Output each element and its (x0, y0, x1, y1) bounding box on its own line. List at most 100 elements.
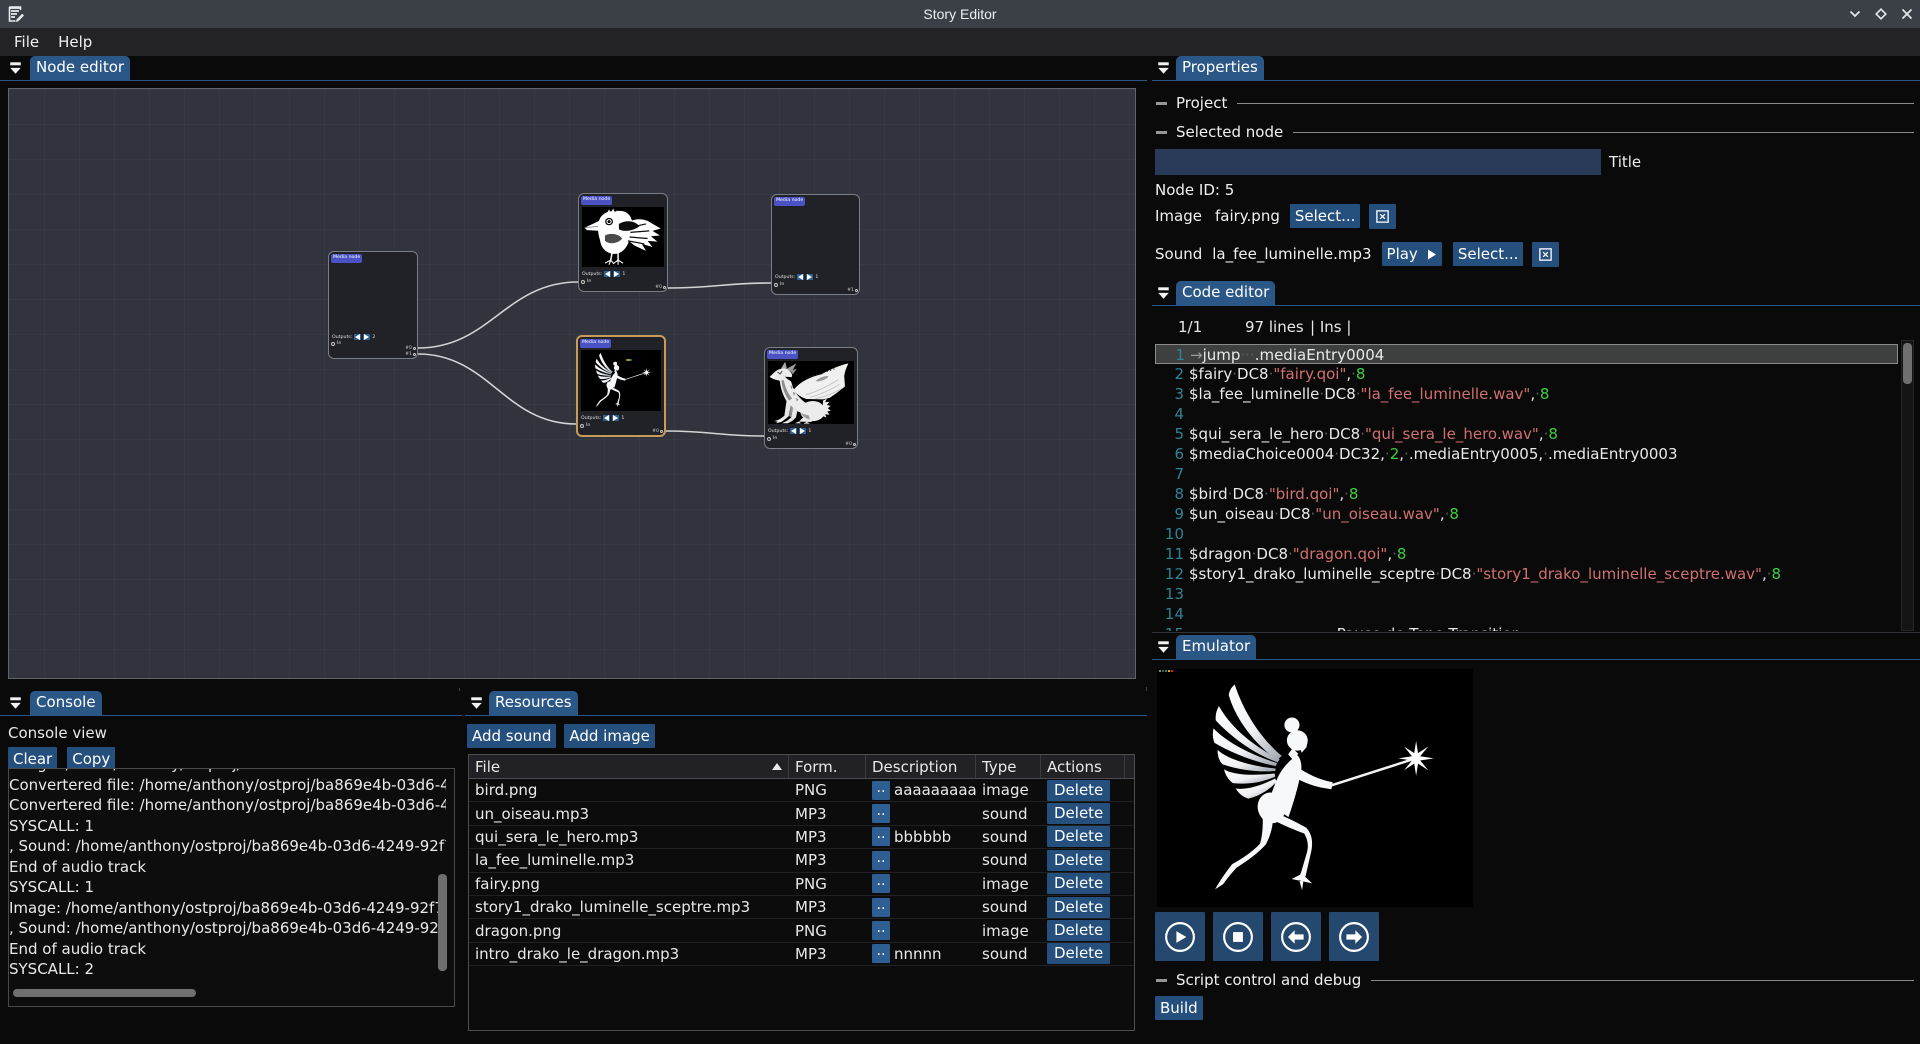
node-canvas[interactable]: Media nodeOutputs:2In#0#1 Media nodeOutpu… (8, 88, 1136, 679)
edit-description-button[interactable]: .. (872, 851, 890, 870)
graph-node[interactable]: Media nodeOutputs:2In#0#1 (328, 251, 418, 359)
node-output-pin[interactable]: #1 (405, 351, 416, 358)
column-file[interactable]: File (469, 755, 789, 778)
code-line[interactable]: 15 Pause de Tone Transition (1155, 624, 1898, 631)
sound-play-button[interactable]: Play (1382, 242, 1442, 266)
output-pin[interactable] (663, 286, 666, 289)
title-input[interactable] (1155, 149, 1601, 175)
menu-help[interactable]: Help (49, 28, 102, 56)
console-horizontal-scrollbar[interactable] (13, 989, 196, 997)
code-line[interactable]: 5$qui_sera_le_hero·DC8·"qui_sera_le_hero… (1155, 424, 1898, 444)
minimize-button[interactable] (1842, 0, 1868, 28)
column-type[interactable]: Type (976, 755, 1041, 778)
input-pin[interactable] (774, 283, 778, 287)
collapse-icon[interactable] (1156, 640, 1171, 654)
delete-button[interactable]: Delete (1047, 826, 1110, 847)
table-row[interactable]: dragon.pngPNG..imageDelete (469, 919, 1134, 942)
code-line[interactable]: 10 (1155, 524, 1898, 544)
close-button[interactable] (1894, 0, 1920, 28)
collapse-icon[interactable] (469, 696, 484, 710)
input-pin[interactable] (331, 342, 335, 346)
emulator-forward-button[interactable] (1329, 912, 1379, 961)
sound-clear-button[interactable] (1532, 242, 1559, 267)
node-output-pin[interactable]: #1 (847, 287, 858, 294)
horizontal-splitter[interactable] (1152, 632, 1920, 633)
collapse-icon[interactable] (8, 696, 23, 710)
input-pin[interactable] (581, 280, 585, 284)
column-form[interactable]: Form. (789, 755, 866, 778)
column-actions[interactable]: Actions (1041, 755, 1125, 778)
table-row[interactable]: qui_sera_le_hero.mp3MP3..bbbbbbsoundDele… (469, 826, 1134, 849)
node-output-pin[interactable]: #0 (845, 441, 856, 448)
graph-node[interactable]: Media nodeOutputs:1In#1 (771, 194, 860, 295)
emulator-stop-button[interactable] (1213, 912, 1263, 961)
delete-button[interactable]: Delete (1047, 943, 1110, 964)
code-line[interactable]: 3$la_fee_luminelle·DC8·"la_fee_luminelle… (1155, 384, 1898, 404)
code-line[interactable]: 1→jump···.mediaEntry0004 (1155, 344, 1898, 364)
output-next-button[interactable] (806, 274, 813, 280)
table-row[interactable]: bird.pngPNG..aaaaaaaaaimageDelete (469, 779, 1134, 802)
table-row[interactable]: intro_drako_le_dragon.mp3MP3..nnnnnsound… (469, 943, 1134, 966)
graph-node[interactable]: Media nodeOutputs:1In#0 (576, 335, 666, 437)
node-output-pin[interactable]: #0 (655, 284, 666, 291)
output-pin[interactable] (853, 443, 856, 446)
output-pin[interactable] (855, 289, 858, 292)
output-prev-button[interactable] (603, 415, 610, 421)
emulator-play-button[interactable] (1155, 912, 1205, 961)
output-prev-button[interactable] (790, 428, 797, 434)
output-pin[interactable] (660, 430, 663, 433)
edit-description-button[interactable]: .. (872, 804, 890, 823)
tab-emulator[interactable]: Emulator (1176, 635, 1256, 659)
delete-button[interactable]: Delete (1047, 873, 1110, 894)
tab-node-editor[interactable]: Node editor (30, 56, 130, 80)
maximize-button[interactable] (1868, 0, 1894, 28)
code-line[interactable]: 6$mediaChoice0004·DC32,·2,·.mediaEntry00… (1155, 444, 1898, 464)
graph-node[interactable]: Media nodeOutputs:1In#0 (764, 347, 858, 449)
edit-description-button[interactable]: .. (872, 827, 890, 846)
emulator-back-button[interactable] (1271, 912, 1321, 961)
code-line[interactable]: 14 (1155, 604, 1898, 624)
output-next-button[interactable] (613, 271, 620, 277)
delete-button[interactable]: Delete (1047, 850, 1110, 871)
code-line[interactable]: 8$bird·DC8·"bird.qoi",·8 (1155, 484, 1898, 504)
code-line[interactable]: 4 (1155, 404, 1898, 424)
menu-file[interactable]: File (0, 28, 49, 56)
code-line[interactable]: 2$fairy·DC8·"fairy.qoi",·8 (1155, 364, 1898, 384)
column-description[interactable]: Description (866, 755, 976, 778)
output-pin[interactable] (413, 347, 416, 350)
edit-description-button[interactable]: .. (872, 898, 890, 917)
sound-select-button[interactable]: Select... (1453, 242, 1524, 266)
tab-code-editor[interactable]: Code editor (1176, 281, 1275, 305)
output-prev-button[interactable] (797, 274, 804, 280)
output-prev-button[interactable] (604, 271, 611, 277)
output-next-button[interactable] (799, 428, 806, 434)
tab-resources[interactable]: Resources (489, 691, 578, 715)
code-line[interactable]: 7 (1155, 464, 1898, 484)
output-next-button[interactable] (612, 415, 619, 421)
graph-node[interactable]: Media nodeOutputs:1In#0 (578, 193, 668, 292)
console-vertical-scrollbar[interactable] (438, 874, 447, 971)
scrollbar-thumb[interactable] (1903, 343, 1912, 384)
table-row[interactable]: un_oiseau.mp3MP3..soundDelete (469, 802, 1134, 825)
edit-description-button[interactable]: .. (872, 874, 890, 893)
add-image-button[interactable]: Add image (564, 724, 655, 748)
edit-description-button[interactable]: .. (872, 921, 890, 940)
table-row[interactable]: story1_drako_luminelle_sceptre.mp3MP3..s… (469, 896, 1134, 919)
build-button[interactable]: Build (1155, 996, 1203, 1020)
edit-description-button[interactable]: .. (872, 781, 890, 800)
output-next-button[interactable] (363, 334, 370, 340)
input-pin[interactable] (580, 424, 584, 428)
delete-button[interactable]: Delete (1047, 803, 1110, 824)
image-select-button[interactable]: Select... (1290, 204, 1361, 228)
output-prev-button[interactable] (354, 334, 361, 340)
tab-properties[interactable]: Properties (1176, 56, 1264, 80)
collapse-icon[interactable] (8, 61, 23, 75)
table-row[interactable]: fairy.pngPNG..imageDelete (469, 873, 1134, 896)
code-line[interactable]: 9$un_oiseau·DC8·"un_oiseau.wav",·8 (1155, 504, 1898, 524)
tab-console[interactable]: Console (30, 691, 102, 715)
collapse-icon[interactable] (1156, 286, 1171, 300)
image-clear-button[interactable] (1369, 204, 1396, 229)
delete-button[interactable]: Delete (1047, 897, 1110, 918)
table-row[interactable]: la_fee_luminelle.mp3MP3..soundDelete (469, 849, 1134, 872)
edit-description-button[interactable]: .. (872, 944, 890, 963)
